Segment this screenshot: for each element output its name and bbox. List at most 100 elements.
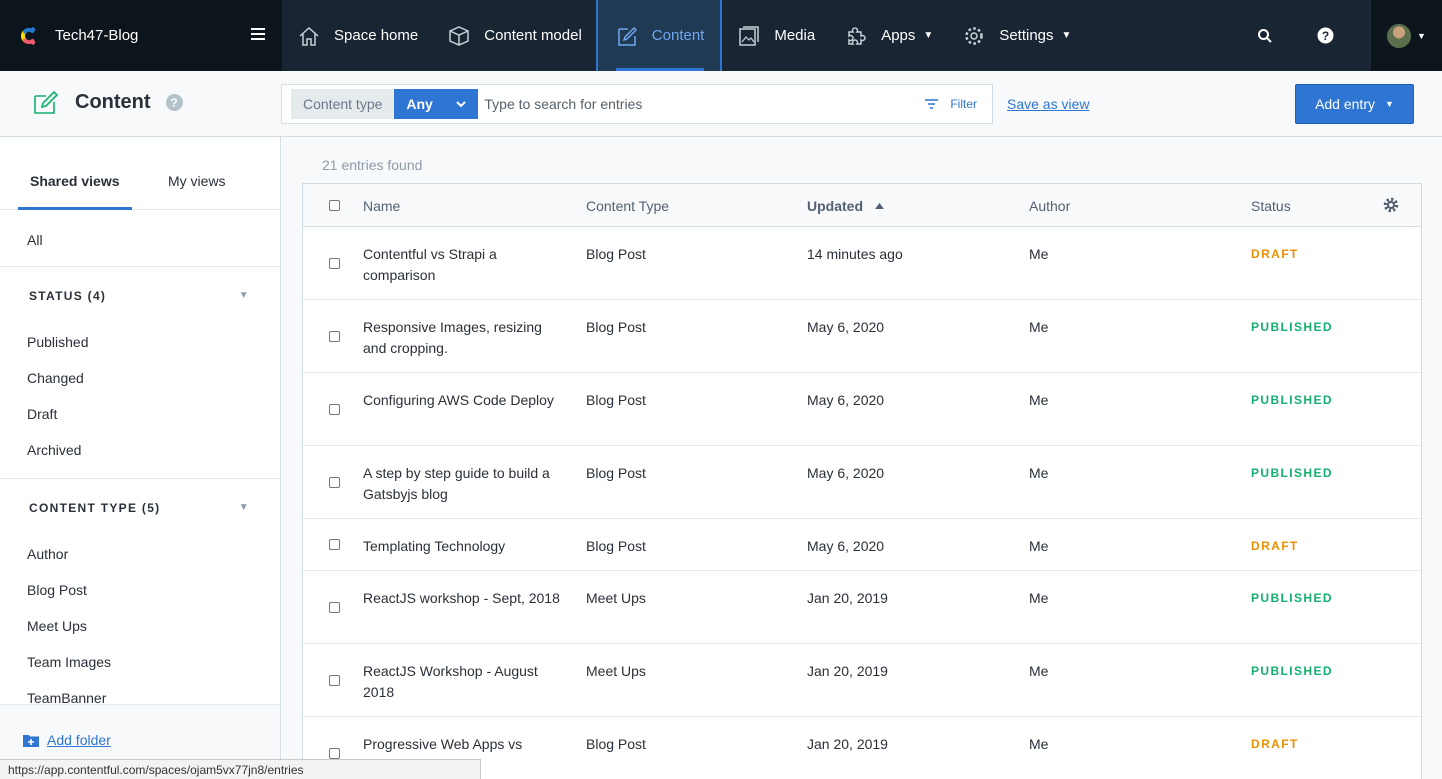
column-name[interactable]: Name (363, 198, 400, 214)
column-author[interactable]: Author (1029, 198, 1070, 214)
view-changed[interactable]: Changed (0, 360, 280, 396)
entry-content-type: Meet Ups (586, 590, 646, 606)
entry-search-bar: Content type Any Filter (281, 84, 993, 124)
active-tab-indicator (18, 207, 132, 210)
status-group-header[interactable]: STATUS (4) ▼ (0, 267, 280, 324)
group-title: CONTENT TYPE (5) (29, 500, 161, 515)
row-checkbox[interactable] (329, 747, 340, 759)
view-blog-post[interactable]: Blog Post (0, 572, 280, 608)
nav-media[interactable]: Media (722, 0, 829, 71)
nav-content[interactable]: Content (595, 0, 723, 71)
chevron-down-icon: ▼ (1061, 30, 1072, 41)
content-type-select[interactable]: Any (394, 89, 479, 119)
row-checkbox[interactable] (329, 257, 340, 269)
view-published[interactable]: Published (0, 324, 280, 360)
avatar (1387, 23, 1412, 48)
view-team-images[interactable]: Team Images (0, 644, 280, 680)
column-settings-gear-icon[interactable] (1383, 197, 1399, 213)
add-entry-button[interactable]: Add entry ▼ (1295, 84, 1414, 124)
group-title: STATUS (4) (29, 288, 107, 303)
table-row[interactable]: A step by step guide to build a Gatsbyjs… (303, 446, 1421, 519)
table-row[interactable]: ReactJS Workshop - August 2018 Meet Ups Ja… (303, 644, 1421, 717)
entry-content-type: Blog Post (586, 736, 646, 752)
nav-label: Media (774, 27, 816, 44)
table-row[interactable]: Configuring AWS Code Deploy Blog Post May … (303, 373, 1421, 446)
tab-my-views[interactable]: My views (168, 173, 226, 189)
entry-name[interactable]: Templating Technology (363, 536, 563, 557)
views-tabs: Shared views My views (0, 137, 280, 210)
entry-author: Me (1029, 319, 1049, 335)
content-header: Content ? Content type Any Filter Save a… (0, 71, 1442, 137)
nav-right: ? ▼ (1235, 0, 1442, 71)
column-updated-label: Updated (807, 198, 863, 214)
entry-name[interactable]: ReactJS Workshop - August 2018 (363, 661, 563, 703)
column-content-type[interactable]: Content Type (586, 198, 669, 214)
hamburger-menu-icon[interactable] (251, 28, 265, 40)
row-checkbox[interactable] (329, 403, 340, 415)
search-input[interactable] (484, 96, 885, 112)
tab-shared-views[interactable]: Shared views (30, 173, 120, 189)
entry-name[interactable]: Contentful vs Strapi a comparison (363, 244, 563, 286)
folder-plus-icon (23, 734, 39, 747)
nav-content-model[interactable]: Content model (432, 0, 596, 71)
entry-author: Me (1029, 590, 1049, 606)
collapse-triangle-icon[interactable]: ▼ (239, 290, 250, 301)
view-all[interactable]: All (0, 210, 280, 267)
nav-label: Apps (881, 27, 916, 44)
entry-content-type: Blog Post (586, 538, 646, 554)
column-updated[interactable]: Updated (807, 198, 884, 214)
chevron-down-icon: ▼ (1417, 30, 1426, 41)
row-checkbox[interactable] (329, 476, 340, 488)
entry-name[interactable]: Responsive Images, resizing and cropping… (363, 317, 563, 359)
entry-author: Me (1029, 465, 1049, 481)
nav-settings[interactable]: Settings ▼ (947, 0, 1085, 71)
content-type-group-header[interactable]: CONTENT TYPE (5) ▼ (0, 479, 280, 536)
question-icon[interactable]: ? (165, 94, 183, 111)
nav-space-home[interactable]: Space home (282, 0, 432, 71)
cube-icon (449, 25, 469, 46)
select-all-checkbox[interactable] (329, 200, 340, 211)
content-edit-icon (34, 90, 59, 114)
row-checkbox[interactable] (329, 330, 340, 342)
row-checkbox[interactable] (329, 601, 340, 613)
nav-label: Content model (484, 27, 582, 44)
add-entry-label: Add entry (1315, 96, 1375, 112)
row-checkbox[interactable] (329, 539, 340, 550)
content-type-pill[interactable]: Content type Any (291, 89, 479, 119)
table-row[interactable]: ReactJS workshop - Sept, 2018 Meet Ups Jan… (303, 571, 1421, 644)
entry-name[interactable]: Configuring AWS Code Deploy (363, 390, 563, 411)
view-author[interactable]: Author (0, 536, 280, 572)
search-icon[interactable] (1235, 28, 1295, 44)
row-checkbox[interactable] (329, 674, 340, 686)
view-meet-ups[interactable]: Meet Ups (0, 608, 280, 644)
save-as-view-link[interactable]: Save as view (1007, 96, 1089, 112)
table-row[interactable]: Contentful vs Strapi a comparison Blog Po… (303, 227, 1421, 300)
entry-content-type: Blog Post (586, 392, 646, 408)
main-nav: Space home Content model Content Media A… (282, 0, 1235, 71)
top-navigation: Tech47-Blog Space home Content model Con… (0, 0, 1442, 71)
nav-label: Content (651, 27, 705, 44)
view-draft[interactable]: Draft (0, 396, 280, 432)
home-icon (299, 26, 319, 46)
collapse-triangle-icon[interactable]: ▼ (239, 502, 250, 513)
space-switcher[interactable]: Tech47-Blog (0, 0, 282, 71)
table-row[interactable]: Templating Technology Blog Post May 6, 202… (303, 519, 1421, 571)
page-title: Content (75, 91, 151, 113)
sort-ascending-icon (874, 203, 884, 209)
entry-name[interactable]: A step by step guide to build a Gatsbyjs… (363, 463, 563, 505)
table-row[interactable]: Responsive Images, resizing and cropping… (303, 300, 1421, 373)
status-group: STATUS (4) ▼ Published Changed Draft Arc… (0, 267, 280, 479)
views-sidebar: Shared views My views All STATUS (4) ▼ P… (0, 137, 281, 779)
nav-apps[interactable]: Apps ▼ (829, 0, 947, 71)
add-folder-button[interactable]: Add folder (23, 732, 111, 748)
entries-panel: 21 entries found Name Content Type Updat… (282, 137, 1442, 779)
view-archived[interactable]: Archived (0, 432, 280, 468)
column-status[interactable]: Status (1251, 198, 1291, 214)
entry-author: Me (1029, 663, 1049, 679)
help-icon[interactable]: ? (1295, 27, 1355, 44)
table-body: Contentful vs Strapi a comparison Blog Po… (303, 227, 1421, 779)
account-menu[interactable]: ▼ (1371, 0, 1442, 71)
filter-button[interactable]: Filter (925, 97, 977, 111)
content-type-group: CONTENT TYPE (5) ▼ Author Blog Post Meet… (0, 479, 280, 716)
entry-name[interactable]: ReactJS workshop - Sept, 2018 (363, 588, 563, 609)
